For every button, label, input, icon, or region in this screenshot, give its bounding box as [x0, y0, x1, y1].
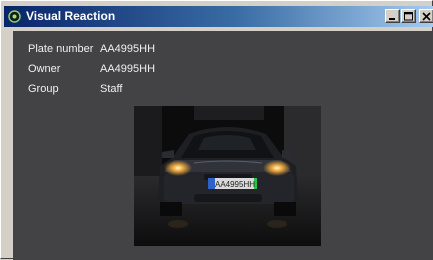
group-value: Staff — [100, 83, 123, 95]
owner-label: Owner — [28, 63, 61, 75]
close-button[interactable] — [419, 9, 433, 23]
close-icon — [422, 12, 431, 21]
vehicle-photo: AA4995HH — [134, 106, 321, 246]
client-area: Plate number AA4995HH Owner AA4995HH Gro… — [13, 31, 433, 260]
app-window: Visual Reaction Plate number AA4995HH Ow… — [0, 0, 433, 260]
minimize-button[interactable] — [385, 9, 400, 23]
owner-value: AA4995HH — [100, 63, 156, 75]
license-plate-text: AA4995HH — [215, 180, 255, 189]
minimize-icon — [389, 18, 395, 20]
maximize-button[interactable] — [401, 9, 416, 23]
window-title: Visual Reaction — [26, 9, 116, 23]
group-label: Group — [28, 83, 59, 95]
plate-number-value: AA4995HH — [100, 43, 156, 55]
app-icon[interactable] — [7, 9, 22, 24]
plate-number-label: Plate number — [28, 43, 94, 55]
vehicle-photo-image: AA4995HH — [134, 106, 321, 246]
title-bar[interactable]: Visual Reaction — [4, 6, 433, 27]
maximize-icon — [404, 12, 413, 21]
